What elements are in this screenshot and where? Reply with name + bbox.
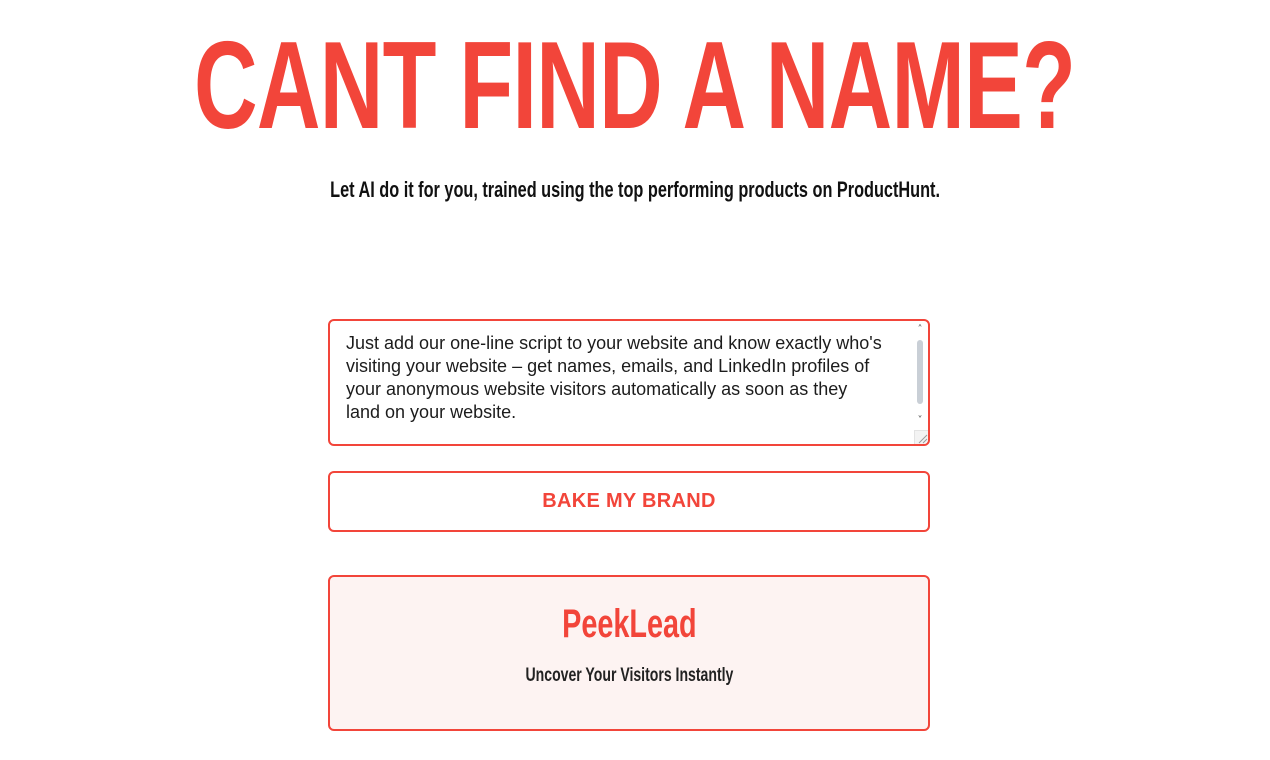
resize-grip-icon[interactable] (914, 430, 928, 444)
product-description-textarea[interactable]: Just add our one-line script to your web… (328, 319, 930, 446)
page-title: CANT FIND A NAME? (0, 20, 1270, 152)
bake-my-brand-button[interactable]: BAKE MY BRAND (328, 471, 930, 532)
textarea-scrollbar[interactable]: ˄ ˅ (915, 324, 925, 429)
generated-tagline: Uncover Your Visitors Instantly (330, 663, 928, 689)
chevron-up-icon[interactable]: ˄ (915, 324, 925, 336)
scrollbar-thumb[interactable] (917, 340, 923, 404)
generated-brand-name-text: PeekLead (561, 602, 697, 646)
page-subtitle-text: Let AI do it for you, trained using the … (330, 177, 940, 202)
page-subtitle: Let AI do it for you, trained using the … (0, 175, 1270, 205)
generated-tagline-text: Uncover Your Visitors Instantly (525, 665, 733, 686)
page-title-text: CANT FIND A NAME? (194, 17, 1076, 155)
result-card: PeekLead Uncover Your Visitors Instantly (328, 575, 930, 731)
generated-brand-name: PeekLead (330, 599, 928, 649)
product-description-value[interactable]: Just add our one-line script to your web… (346, 332, 886, 424)
chevron-down-icon[interactable]: ˅ (915, 415, 925, 427)
